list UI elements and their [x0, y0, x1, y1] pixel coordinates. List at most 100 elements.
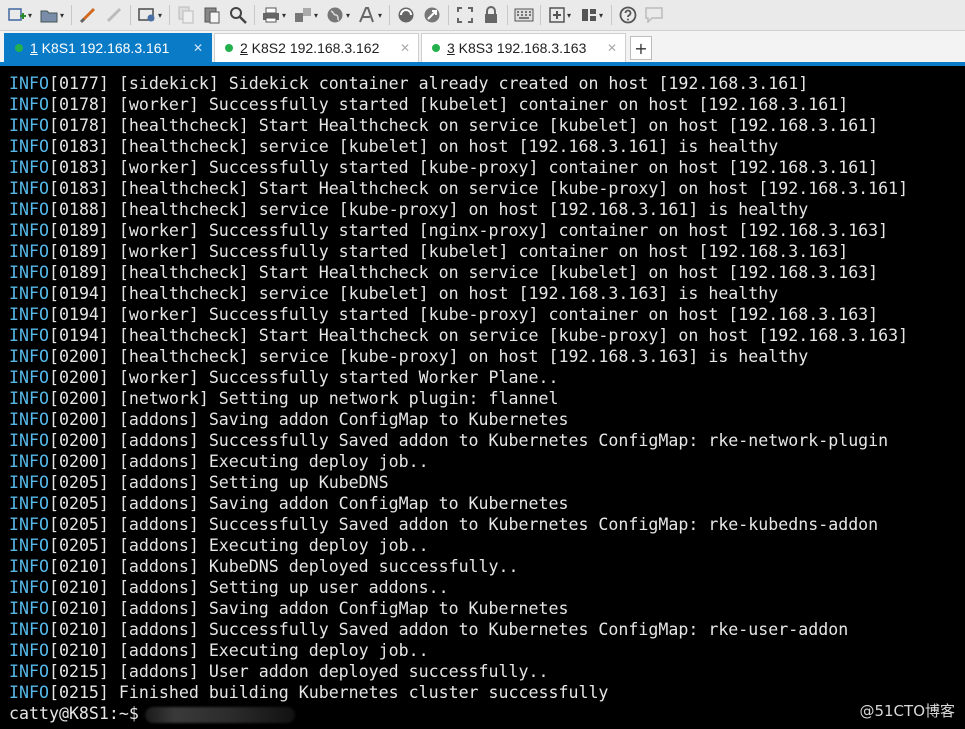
disconnect-icon[interactable] — [101, 3, 127, 27]
log-message: [0188] [healthcheck] service [kube-proxy… — [48, 200, 809, 219]
lock-icon[interactable] — [478, 3, 504, 27]
session-options-icon[interactable]: ▾ — [134, 3, 166, 27]
close-tab-icon[interactable]: ✕ — [390, 41, 410, 55]
terminal-line: INFO[0200] [healthcheck] service [kube-p… — [9, 346, 908, 367]
add-tab-button[interactable]: + — [630, 36, 652, 60]
terminal-line: INFO[0215] [addons] User addon deployed … — [9, 661, 908, 682]
log-message: [0189] [worker] Successfully started [ku… — [48, 242, 849, 261]
log-level: INFO — [9, 599, 49, 618]
tab-k8s2[interactable]: 2 K8S2 192.168.3.162 ✕ — [214, 33, 419, 62]
log-level: INFO — [9, 263, 49, 282]
globe-icon[interactable]: ▾ — [322, 3, 354, 27]
paste-icon[interactable] — [199, 3, 225, 27]
log-level: INFO — [9, 221, 49, 240]
terminal-line: INFO[0210] [addons] Setting up user addo… — [9, 577, 908, 598]
log-level: INFO — [9, 473, 49, 492]
terminal-line: INFO[0205] [addons] Saving addon ConfigM… — [9, 493, 908, 514]
close-tab-icon[interactable]: ✕ — [183, 41, 203, 55]
terminal-line: INFO[0200] [network] Setting up network … — [9, 388, 908, 409]
tab-k8s3[interactable]: 3 K8S3 192.168.3.163 ✕ — [421, 33, 626, 62]
log-level: INFO — [9, 578, 49, 597]
log-message: [0200] [network] Setting up network plug… — [48, 389, 559, 408]
log-level: INFO — [9, 536, 49, 555]
sftp-icon[interactable] — [419, 3, 445, 27]
log-message: [0215] Finished building Kubernetes clus… — [48, 683, 609, 702]
open-folder-icon[interactable]: ▾ — [36, 3, 68, 27]
prompt-text: catty@K8S1:~$ — [9, 704, 139, 723]
log-level: INFO — [9, 305, 49, 324]
terminal-output[interactable]: INFO [0177] [sidekick] Sidekick container… — [0, 66, 965, 729]
terminal-line: INFO[0183] [healthcheck] service [kubele… — [9, 136, 908, 157]
terminal-line: INFO[0183] [healthcheck] Start Healthche… — [9, 178, 908, 199]
log-level: INFO — [9, 158, 49, 177]
log-level: INFO — [9, 641, 49, 660]
terminal-line: INFO[0200] [addons] Saving addon ConfigM… — [9, 409, 908, 430]
layout-icon[interactable]: ▾ — [576, 3, 608, 27]
terminal-line: INFO[0210] [addons] KubeDNS deployed suc… — [9, 556, 908, 577]
toolbar: ▾ ▾ ▾ ▾ ▾ ▾ ▾ ▾ ▾ — [0, 0, 965, 31]
terminal-line: INFO[0189] [worker] Successfully started… — [9, 220, 908, 241]
close-tab-icon[interactable]: ✕ — [597, 41, 617, 55]
add-icon[interactable]: ▾ — [544, 3, 576, 27]
fullscreen-icon[interactable] — [452, 3, 478, 27]
log-message: [0205] [addons] Executing deploy job.. — [48, 536, 429, 555]
log-message: [0200] [addons] Successfully Saved addon… — [48, 431, 889, 450]
tab-label: 3 K8S3 192.168.3.163 — [447, 40, 587, 56]
log-level: INFO — [9, 494, 49, 513]
font-icon[interactable]: ▾ — [354, 3, 386, 27]
log-message: [0215] [addons] User addon deployed succ… — [48, 662, 549, 681]
terminal-line: INFO[0200] [addons] Successfully Saved a… — [9, 430, 908, 451]
log-message: [0177] [sidekick] Sidekick container alr… — [48, 74, 809, 93]
keyboard-icon[interactable] — [511, 3, 537, 27]
toolbar-separator — [611, 5, 612, 25]
log-message: [0205] [addons] Setting up KubeDNS — [48, 473, 389, 492]
help-icon[interactable] — [615, 3, 641, 27]
log-level: INFO — [9, 683, 49, 702]
log-message: [0200] [healthcheck] service [kube-proxy… — [48, 347, 809, 366]
terminal-lines: INFO [0177] [sidekick] Sidekick container… — [9, 73, 908, 724]
log-level: INFO — [9, 200, 49, 219]
log-message: [0183] [healthcheck] service [kubelet] o… — [48, 137, 779, 156]
terminal-line: INFO[0200] [addons] Executing deploy job… — [9, 451, 908, 472]
log-message: [0189] [healthcheck] Start Healthcheck o… — [48, 263, 879, 282]
log-message: [0200] [worker] Successfully started Wor… — [48, 368, 559, 387]
log-message: [0194] [healthcheck] service [kubelet] o… — [48, 284, 779, 303]
terminal-line: INFO[0183] [worker] Successfully started… — [9, 157, 908, 178]
toolbar-separator — [71, 5, 72, 25]
log-message: [0205] [addons] Saving addon ConfigMap t… — [48, 494, 569, 513]
log-message: [0210] [addons] Setting up user addons.. — [48, 578, 449, 597]
log-level: INFO — [9, 116, 49, 135]
log-message: [0200] [addons] Executing deploy job.. — [48, 452, 429, 471]
log-level: INFO — [9, 515, 49, 534]
print-icon[interactable]: ▾ — [258, 3, 290, 27]
log-level: INFO — [9, 620, 49, 639]
chat-icon[interactable] — [641, 3, 667, 27]
copy-icon[interactable] — [173, 3, 199, 27]
log-message: [0194] [worker] Successfully started [ku… — [48, 305, 879, 324]
log-level: INFO — [9, 95, 49, 114]
status-dot-icon — [225, 44, 233, 52]
terminal-line: INFO[0189] [worker] Successfully started… — [9, 241, 908, 262]
toolbar-separator — [389, 5, 390, 25]
tab-k8s1[interactable]: 1 K8S1 192.168.3.161 ✕ — [4, 33, 212, 62]
terminal-line: INFO[0188] [healthcheck] service [kube-p… — [9, 199, 908, 220]
terminal-line: INFO[0215] Finished building Kubernetes … — [9, 682, 908, 703]
log-level: INFO — [9, 326, 49, 345]
terminal-line: INFO[0210] [addons] Executing deploy job… — [9, 640, 908, 661]
terminal-line: INFO[0194] [worker] Successfully started… — [9, 304, 908, 325]
log-message: [0178] [worker] Successfully started [ku… — [48, 95, 849, 114]
log-level: INFO — [9, 242, 49, 261]
toolbar-separator — [254, 5, 255, 25]
find-icon[interactable] — [225, 3, 251, 27]
log-level: INFO — [9, 137, 49, 156]
log-message: [0210] [addons] Successfully Saved addon… — [48, 620, 849, 639]
log-message: [0194] [healthcheck] Start Healthcheck o… — [48, 326, 909, 345]
reconnect-icon[interactable] — [75, 3, 101, 27]
new-session-icon[interactable]: ▾ — [4, 3, 36, 27]
script-icon[interactable] — [393, 3, 419, 27]
transfer-icon[interactable]: ▾ — [290, 3, 322, 27]
terminal-line: INFO[0210] [addons] Saving addon ConfigM… — [9, 598, 908, 619]
toolbar-separator — [507, 5, 508, 25]
log-level: INFO — [9, 452, 49, 471]
shell-prompt[interactable]: catty@K8S1:~$ — [9, 703, 908, 724]
